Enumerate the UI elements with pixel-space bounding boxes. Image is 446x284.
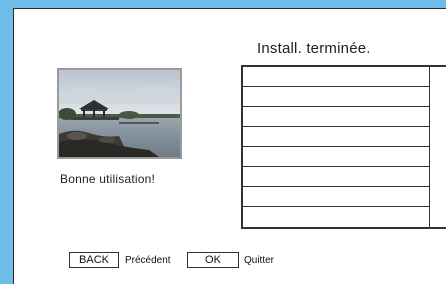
list-item[interactable]	[243, 207, 429, 227]
caption-text: Bonne utilisation!	[60, 172, 155, 186]
lake-photo-image	[59, 70, 180, 157]
list-divider	[429, 67, 430, 227]
list-item[interactable]	[243, 107, 429, 127]
install-complete-screen: Install. terminée. Bonne utilisation! BA…	[13, 8, 446, 284]
list-item[interactable]	[243, 187, 429, 207]
item-list	[241, 65, 446, 229]
page-title: Install. terminée.	[257, 40, 371, 57]
list-item[interactable]	[243, 67, 429, 87]
list-item[interactable]	[243, 167, 429, 187]
back-button[interactable]: BACK	[69, 252, 119, 268]
ok-button[interactable]: OK	[187, 252, 239, 268]
list-item[interactable]	[243, 87, 429, 107]
list-item[interactable]	[243, 127, 429, 147]
lake-photo	[57, 68, 182, 159]
back-label: Précédent	[125, 255, 171, 266]
list-item[interactable]	[243, 147, 429, 167]
ok-label: Quitter	[244, 255, 275, 266]
